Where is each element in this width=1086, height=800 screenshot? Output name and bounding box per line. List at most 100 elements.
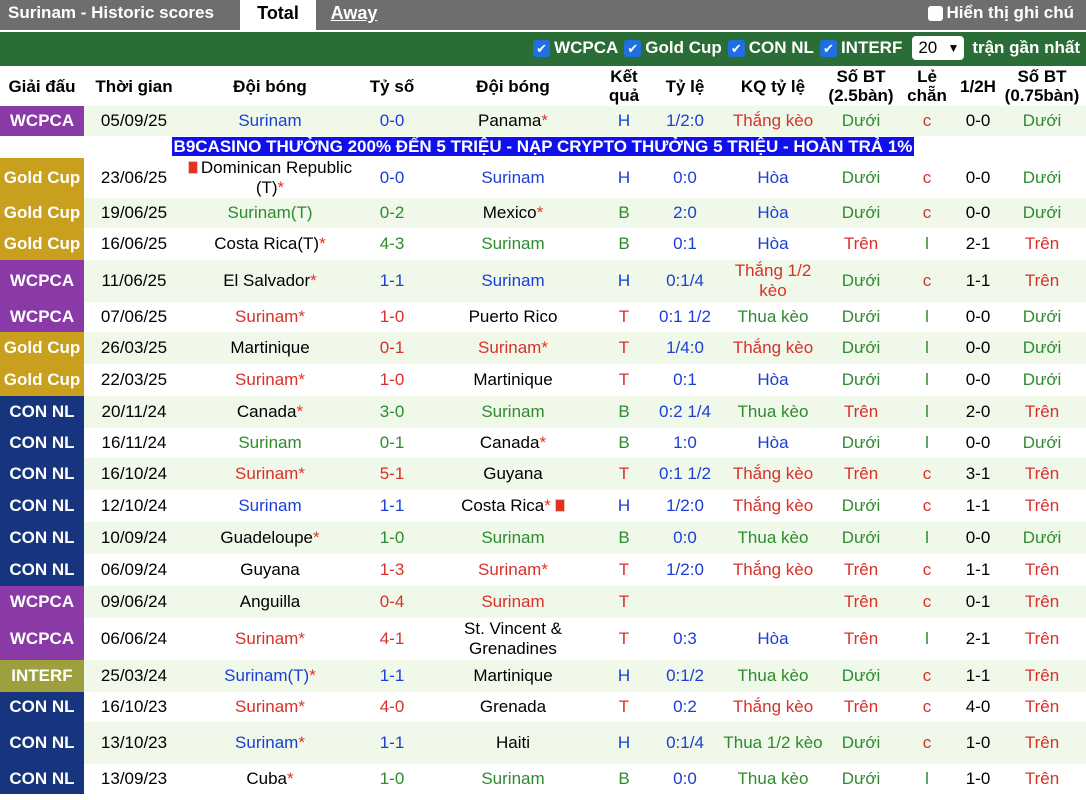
home-team[interactable]: Surinam* [184,692,356,722]
league-badge[interactable]: CON NL [0,522,84,554]
checkbox-checked-icon[interactable]: ✔ [533,39,551,57]
match-count-select[interactable]: 20 ▼ [912,36,965,60]
match-odds: 0:0 [650,522,720,554]
home-team[interactable]: Surinam* [184,722,356,764]
home-team[interactable]: Martinique [184,332,356,364]
checkbox-checked-icon[interactable]: ✔ [727,39,745,57]
odds-result: Hòa [720,198,826,228]
league-badge[interactable]: CON NL [0,764,84,794]
table-row[interactable]: Gold Cup 16/06/25 Costa Rica(T)* 4-3 Surinam… [0,228,1086,260]
table-row[interactable]: CON NL 16/10/24 Surinam* 5-1 Guyana T 0:1 1/2 T… [0,458,1086,490]
table-row[interactable]: CON NL 10/09/24 Guadeloupe* 1-0 Surinam B 0:0 T… [0,522,1086,554]
away-team[interactable]: Surinam [428,396,598,428]
home-team[interactable]: Guyana [184,554,356,586]
away-team[interactable]: Canada* [428,428,598,458]
tab-away[interactable]: Away [316,0,392,30]
filter-wcpca[interactable]: ✔ WCPCA [533,38,618,58]
away-team[interactable]: Surinam [428,522,598,554]
checkbox-checked-icon[interactable]: ✔ [624,39,642,57]
league-badge[interactable]: Gold Cup [0,158,84,198]
table-row[interactable]: WCPCA 05/09/25 Surinam 0-0 Panama* H 1/2:0 Thắn… [0,106,1086,136]
table-row[interactable]: CON NL 06/09/24 Guyana 1-3 Surinam* T 1/2:0 Thắ… [0,554,1086,586]
league-badge[interactable]: WCPCA [0,618,84,660]
favorite-star: * [298,697,305,716]
match-odds: 0:1 [650,228,720,260]
league-badge[interactable]: CON NL [0,396,84,428]
away-team[interactable]: Haiti [428,722,598,764]
table-row[interactable]: Gold Cup 19/06/25 Surinam(T) 0-2 Mexico* B 2:0… [0,198,1086,228]
home-team[interactable]: Surinam* [184,458,356,490]
league-badge[interactable]: CON NL [0,722,84,764]
league-badge[interactable]: CON NL [0,458,84,490]
home-team[interactable]: Guadeloupe* [184,522,356,554]
filter-gold-cup[interactable]: ✔ Gold Cup [624,38,722,58]
table-row[interactable]: CON NL 16/11/24 Surinam 0-1 Canada* B 1:0 Hòa Dư… [0,428,1086,458]
table-row[interactable]: CON NL 16/10/23 Surinam* 4-0 Grenada T 0:2 Thắn… [0,692,1086,722]
home-team[interactable]: Surinam [184,428,356,458]
away-team[interactable]: Surinam [428,158,598,198]
league-badge[interactable]: CON NL [0,490,84,522]
home-team[interactable]: Surinam(T) [184,198,356,228]
away-team[interactable]: Surinam* [428,554,598,586]
home-team[interactable]: Surinam* [184,618,356,660]
home-team[interactable]: Surinam* [184,364,356,396]
table-row[interactable]: Gold Cup 26/03/25 Martinique 0-1 Surinam* T 1/… [0,332,1086,364]
home-team[interactable]: Surinam* [184,302,356,332]
away-team[interactable]: Surinam [428,228,598,260]
home-team[interactable]: Surinam [184,490,356,522]
league-badge[interactable]: CON NL [0,428,84,458]
league-badge[interactable]: CON NL [0,692,84,722]
home-team[interactable]: Surinam [184,106,356,136]
home-team[interactable]: Anguilla [184,586,356,618]
away-team[interactable]: Surinam [428,586,598,618]
checkbox-checked-icon[interactable]: ✔ [819,39,837,57]
away-team[interactable]: Guyana [428,458,598,490]
promo-banner[interactable]: B9CASINO THƯỞNG 200% ĐẾN 5 TRIỆU - NẠP C… [171,137,915,156]
home-team[interactable]: Cuba* [184,764,356,794]
home-team[interactable]: Canada* [184,396,356,428]
show-notes-checkbox[interactable] [927,5,943,21]
table-row[interactable]: CON NL 13/09/23 Cuba* 1-0 Surinam B 0:0 Thua kè… [0,764,1086,794]
away-team[interactable]: Surinam [428,260,598,302]
league-badge[interactable]: Gold Cup [0,198,84,228]
away-team[interactable]: Martinique [428,364,598,396]
home-team[interactable]: Dominican Republic (T)* [184,158,356,198]
league-badge[interactable]: CON NL [0,554,84,586]
table-row[interactable]: CON NL 13/10/23 Surinam* 1-1 Haiti H 0:1/4 Thua… [0,722,1086,764]
away-team[interactable]: Surinam [428,764,598,794]
tab-total[interactable]: Total [240,0,316,30]
filter-interf[interactable]: ✔ INTERF [819,38,902,58]
home-team[interactable]: El Salvador* [184,260,356,302]
away-team[interactable]: Grenada [428,692,598,722]
home-team[interactable]: Costa Rica(T)* [184,228,356,260]
table-row[interactable]: Gold Cup 22/03/25 Surinam* 1-0 Martinique T 0:… [0,364,1086,396]
home-team[interactable]: Surinam(T)* [184,660,356,692]
league-badge[interactable]: Gold Cup [0,332,84,364]
away-team[interactable]: St. Vincent & Grenadines [428,618,598,660]
away-team[interactable]: Mexico* [428,198,598,228]
league-badge[interactable]: WCPCA [0,302,84,332]
table-row[interactable]: CON NL 20/11/24 Canada* 3-0 Surinam B 0:2 1/4 T… [0,396,1086,428]
league-badge[interactable]: WCPCA [0,260,84,302]
league-badge[interactable]: INTERF [0,660,84,692]
league-badge[interactable]: WCPCA [0,586,84,618]
league-badge[interactable]: Gold Cup [0,228,84,260]
away-team[interactable]: Surinam* [428,332,598,364]
away-team[interactable]: Puerto Rico [428,302,598,332]
table-row[interactable]: CON NL 12/10/24 Surinam 1-1 Costa Rica* H 1/2:… [0,490,1086,522]
show-notes-toggle[interactable]: Hiển thị ghi chú [927,3,1074,23]
table-row[interactable]: Gold Cup 23/06/25 Dominican Republic (T)* 0… [0,158,1086,198]
table-row[interactable]: WCPCA 07/06/25 Surinam* 1-0 Puerto Rico T 0:1 … [0,302,1086,332]
table-row[interactable]: WCPCA 06/06/24 Surinam* 4-1 St. Vincent & Gr… [0,618,1086,660]
league-badge[interactable]: WCPCA [0,106,84,136]
over-under-result: Dưới [826,260,896,302]
filter-con-nl[interactable]: ✔ CON NL [727,38,814,58]
away-team[interactable]: Costa Rica* [428,490,598,522]
away-team[interactable]: Martinique [428,660,598,692]
league-badge[interactable]: Gold Cup [0,364,84,396]
match-result: T [598,692,650,722]
away-team[interactable]: Panama* [428,106,598,136]
table-row[interactable]: WCPCA 09/06/24 Anguilla 0-4 Surinam T Trên c 0-1… [0,586,1086,618]
table-row[interactable]: WCPCA 11/06/25 El Salvador* 1-1 Surinam H 0:1/… [0,260,1086,302]
table-row[interactable]: INTERF 25/03/24 Surinam(T)* 1-1 Martinique H 0… [0,660,1086,692]
